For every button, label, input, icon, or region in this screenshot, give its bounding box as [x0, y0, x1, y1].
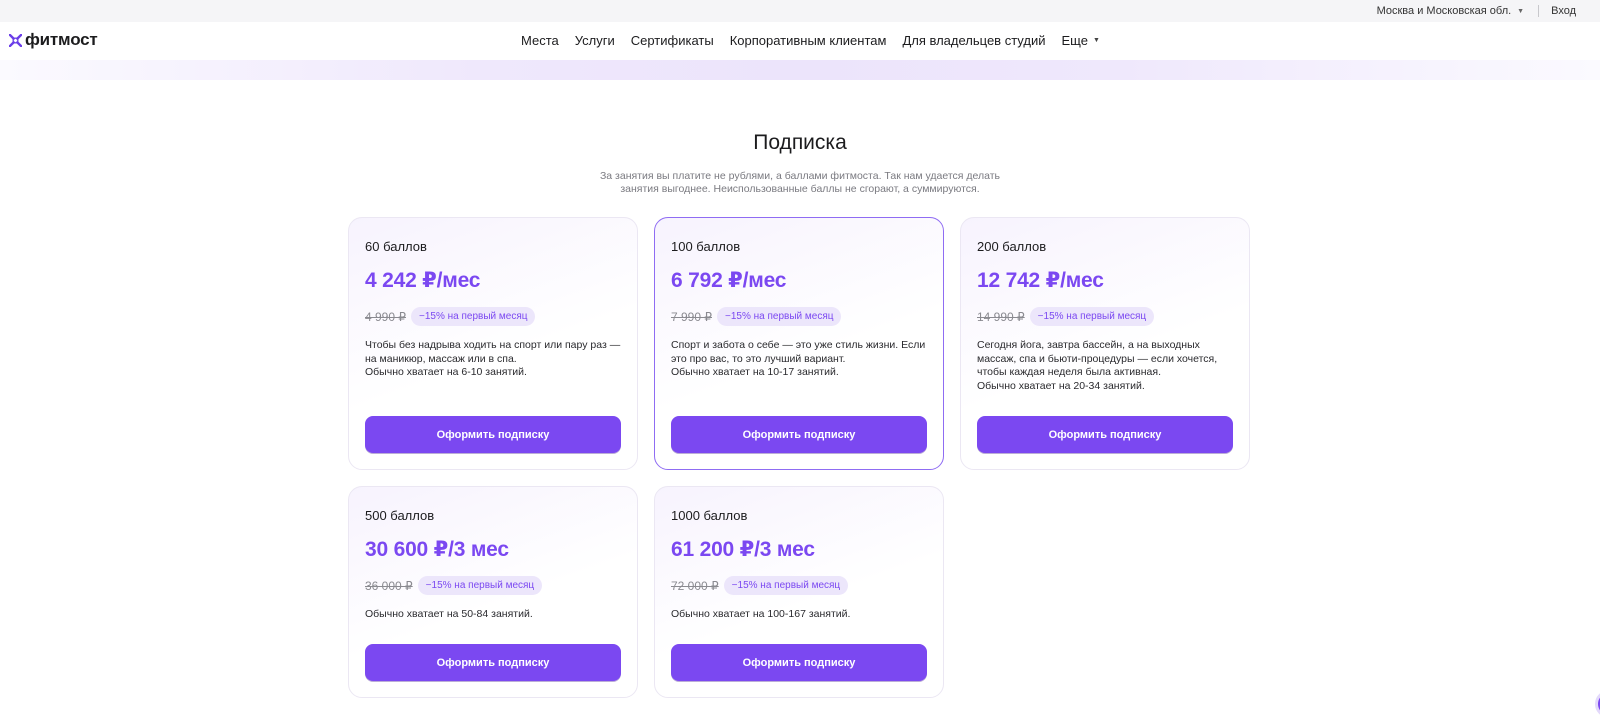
nav-item-certificates[interactable]: Сертификаты — [631, 33, 714, 48]
subscribe-button[interactable]: Оформить подписку — [365, 644, 621, 681]
divider — [1538, 5, 1540, 17]
plan-description: Спорт и забота о себе — это уже стиль жи… — [671, 339, 926, 379]
plan-old-price-row: 4 990 ₽ −15% на первый месяц — [365, 307, 621, 326]
plan-old-price: 36 000 ₽ — [365, 578, 413, 593]
subscribe-button[interactable]: Оформить подписку — [365, 416, 621, 453]
discount-badge: −15% на первый месяц — [723, 576, 849, 595]
plan-card-100: 100 баллов 6 792 ₽/мес 7 990 ₽ −15% на п… — [654, 217, 944, 470]
subscribe-button[interactable]: Оформить подписку — [977, 416, 1233, 453]
chevron-down-icon: ▼ — [1092, 37, 1100, 44]
nav-item-corporate[interactable]: Корпоративным клиентам — [730, 33, 887, 48]
plan-price: 61 200 ₽/3 мес — [671, 538, 815, 561]
main-nav: Места Услуги Сертификаты Корпоративным к… — [521, 33, 1100, 48]
plan-points: 60 баллов — [365, 239, 427, 254]
plan-price: 6 792 ₽/мес — [671, 269, 787, 292]
region-selector[interactable]: Москва и Московская обл. ▼ — [1377, 5, 1525, 17]
plan-old-price-row: 36 000 ₽ −15% на первый месяц — [365, 576, 621, 595]
nav-item-more[interactable]: Еще ▼ — [1061, 33, 1099, 48]
plan-price: 4 242 ₽/мес — [365, 269, 481, 292]
top-utility-bar: Москва и Московская обл. ▼ Вход — [0, 0, 1600, 22]
subscribe-button[interactable]: Оформить подписку — [671, 644, 927, 681]
logo[interactable]: фитмост — [9, 30, 98, 50]
nav-item-studio-owners[interactable]: Для владельцев студий — [902, 33, 1045, 48]
region-label: Москва и Московская обл. — [1376, 5, 1512, 17]
page-subtitle: За занятия вы платите не рублями, а балл… — [599, 170, 1001, 195]
plan-price: 12 742 ₽/мес — [977, 269, 1104, 292]
plan-old-price: 72 000 ₽ — [671, 578, 719, 593]
plan-points: 100 баллов — [671, 239, 741, 254]
plan-old-price: 4 990 ₽ — [365, 309, 406, 324]
main-header: фитмост Места Услуги Сертификаты Корпора… — [0, 22, 1600, 60]
plan-old-price-row: 72 000 ₽ −15% на первый месяц — [671, 576, 927, 595]
plan-old-price-row: 7 990 ₽ −15% на первый месяц — [671, 307, 927, 326]
plan-description: Чтобы без надрыва ходить на спорт или па… — [365, 339, 621, 379]
nav-more-label: Еще — [1061, 33, 1088, 48]
plan-card-60: 60 баллов 4 242 ₽/мес 4 990 ₽ −15% на пе… — [348, 217, 638, 470]
discount-badge: −15% на первый месяц — [417, 576, 543, 595]
plan-description: Обычно хватает на 100-167 занятий. — [671, 608, 851, 620]
fitmost-logo-icon — [9, 33, 22, 47]
logo-text: фитмост — [25, 30, 98, 49]
chat-widget-button[interactable] — [1595, 690, 1600, 718]
nav-item-places[interactable]: Места — [521, 33, 559, 48]
plan-old-price-row: 14 990 ₽ −15% на первый месяц — [977, 307, 1233, 326]
discount-badge: −15% на первый месяц — [1029, 307, 1155, 326]
plan-price: 30 600 ₽/3 мес — [365, 538, 509, 561]
plan-description: Сегодня йога, завтра бассейн, а на выход… — [977, 339, 1218, 393]
chevron-down-icon: ▼ — [1517, 7, 1525, 15]
discount-badge: −15% на первый месяц — [411, 307, 536, 326]
plan-card-200: 200 баллов 12 742 ₽/мес 14 990 ₽ −15% на… — [960, 217, 1250, 470]
subscribe-button[interactable]: Оформить подписку — [671, 416, 927, 453]
plan-old-price: 7 990 ₽ — [671, 309, 712, 324]
plan-description: Обычно хватает на 50-84 занятий. — [365, 608, 533, 620]
plan-points: 1000 баллов — [671, 508, 748, 523]
page-title: Подписка — [753, 131, 847, 154]
plan-points: 500 баллов — [365, 508, 435, 523]
plan-points: 200 баллов — [977, 239, 1047, 254]
plan-old-price: 14 990 ₽ — [977, 309, 1025, 324]
plan-card-500: 500 баллов 30 600 ₽/3 мес 36 000 ₽ −15% … — [348, 486, 638, 698]
plan-card-1000: 1000 баллов 61 200 ₽/3 мес 72 000 ₽ −15%… — [654, 486, 944, 698]
header-gradient-band — [0, 60, 1600, 80]
discount-badge: −15% на первый месяц — [717, 307, 842, 326]
login-link[interactable]: Вход — [1551, 5, 1576, 17]
nav-item-services[interactable]: Услуги — [575, 33, 615, 48]
